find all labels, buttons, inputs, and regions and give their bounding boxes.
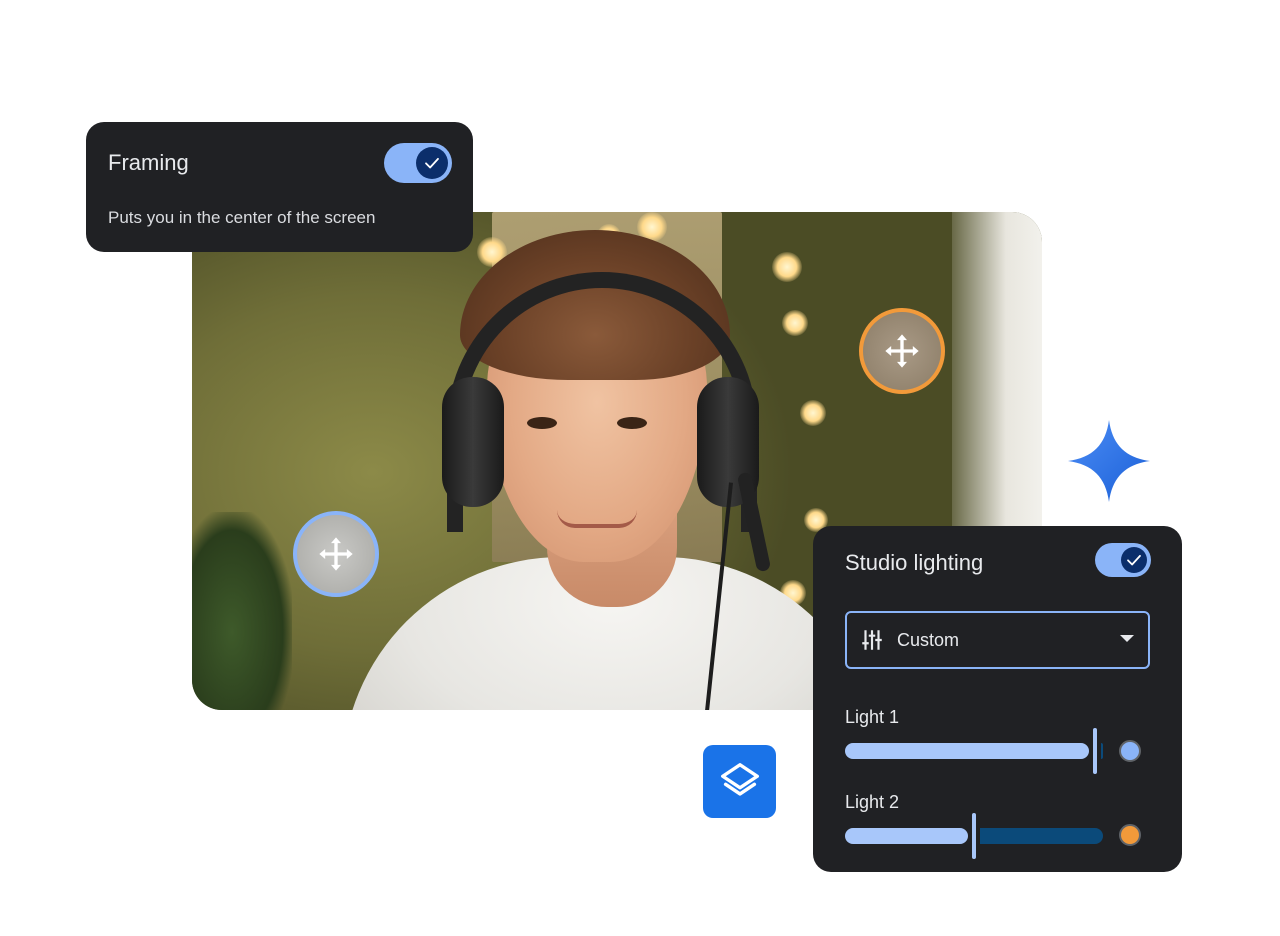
check-icon bbox=[1127, 554, 1141, 566]
tune-icon bbox=[862, 630, 882, 650]
slider-thumb[interactable] bbox=[1093, 728, 1097, 774]
framing-toggle[interactable] bbox=[384, 143, 452, 183]
framing-card: Framing Puts you in the center of the sc… bbox=[86, 122, 473, 252]
light-1-slider[interactable] bbox=[845, 728, 1103, 774]
light-1-position-handle[interactable] bbox=[293, 511, 379, 597]
light-1-label: Light 1 bbox=[845, 707, 900, 727]
lighting-mode-value: Custom bbox=[897, 630, 960, 650]
layers-button[interactable] bbox=[703, 745, 776, 818]
framing-description: Puts you in the center of the screen bbox=[108, 208, 376, 227]
light-2-color-swatch[interactable] bbox=[1119, 824, 1141, 846]
slider-thumb[interactable] bbox=[972, 813, 976, 859]
studio-lighting-title: Studio lighting bbox=[845, 550, 984, 575]
move-arrows-icon bbox=[319, 537, 353, 571]
check-icon bbox=[425, 157, 439, 169]
chevron-down-icon bbox=[1120, 635, 1134, 642]
headphones-earcup bbox=[442, 377, 504, 507]
light-2-label: Light 2 bbox=[845, 792, 900, 812]
toggle-knob bbox=[416, 147, 448, 179]
slider-track-fill bbox=[845, 743, 1089, 759]
light-2-slider[interactable] bbox=[845, 813, 1103, 859]
light-1-color-swatch[interactable] bbox=[1119, 740, 1141, 762]
layers-icon bbox=[720, 762, 759, 796]
move-arrows-icon bbox=[885, 334, 919, 368]
light-2-position-handle[interactable] bbox=[859, 308, 945, 394]
slider-track-rest bbox=[980, 828, 1103, 844]
studio-lighting-card: Studio lighting Custom Light 1 Light 2 bbox=[813, 526, 1182, 872]
toggle-knob bbox=[1121, 547, 1147, 573]
studio-lighting-toggle[interactable] bbox=[1095, 543, 1151, 577]
sparkle-icon bbox=[1068, 420, 1150, 502]
lighting-mode-dropdown[interactable]: Custom bbox=[845, 611, 1150, 669]
slider-track-fill bbox=[845, 828, 968, 844]
framing-title: Framing bbox=[108, 150, 189, 175]
slider-track-rest bbox=[1101, 743, 1103, 759]
